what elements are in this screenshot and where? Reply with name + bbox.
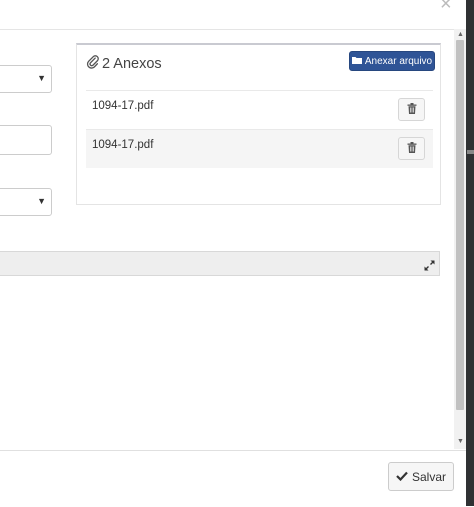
caret-down-icon: ▼ [37, 73, 46, 83]
save-button-label: Salvar [411, 469, 446, 484]
trash-icon [407, 101, 417, 119]
folder-icon [351, 56, 362, 67]
scrollbar-thumb[interactable] [456, 40, 464, 410]
trash-icon [407, 140, 417, 158]
attachment-filename[interactable]: 1094-17.pdf [92, 139, 153, 151]
attachments-count-label: 2 Anexos [102, 56, 162, 72]
close-button[interactable]: × [440, 0, 452, 14]
attachment-row: 1094-17.pdf [86, 90, 433, 129]
check-icon [396, 470, 408, 484]
collapsible-section-header[interactable] [0, 251, 440, 276]
select-field-2[interactable]: ▼ [0, 188, 52, 216]
caret-down-icon: ▼ [37, 196, 46, 206]
scroll-up-arrow-icon[interactable]: ▲ [457, 31, 464, 39]
gutter-marker [467, 150, 474, 154]
save-button[interactable]: Salvar [388, 462, 454, 491]
delete-attachment-button[interactable] [398, 98, 425, 121]
text-field[interactable] [0, 125, 52, 155]
attach-file-button[interactable]: Anexar arquivo [349, 51, 435, 71]
scroll-down-arrow-icon[interactable]: ▼ [457, 438, 464, 446]
attachments-title: 2 Anexos [86, 55, 162, 73]
select-field-1[interactable]: ▼ [0, 65, 52, 93]
expand-icon[interactable] [424, 258, 435, 276]
background-gutter [466, 0, 474, 506]
attachment-filename[interactable]: 1094-17.pdf [92, 100, 153, 112]
attach-file-label: Anexar arquivo [364, 55, 433, 67]
attachments-panel: 2 Anexos Anexar arquivo 1094-17.pdf 1094… [76, 43, 441, 205]
paperclip-icon [86, 55, 100, 73]
attachment-row: 1094-17.pdf [86, 129, 433, 168]
delete-attachment-button[interactable] [398, 137, 425, 160]
modal-header [0, 0, 454, 30]
